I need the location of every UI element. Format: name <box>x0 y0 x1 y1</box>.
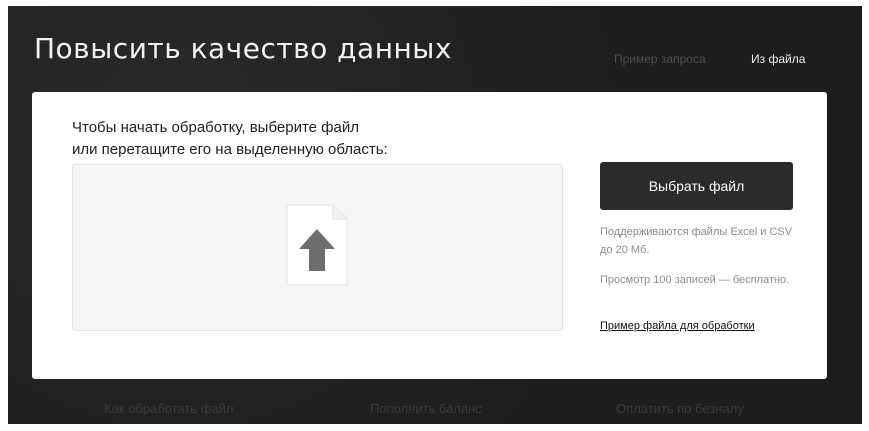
upload-card: Чтобы начать обработку, выберите файл ил… <box>32 92 827 379</box>
free-preview-hint: Просмотр 100 записей — бесплатно. <box>600 274 790 286</box>
supported-formats-hint: Поддерживаются файлы Excel и CSV до 20 М… <box>600 226 793 256</box>
select-file-button[interactable]: Выбрать файл <box>600 162 793 210</box>
page-frame: Повысить качество данных Пример запроса … <box>8 6 862 424</box>
example-file-link[interactable]: Пример файла для обработки <box>600 320 755 332</box>
nav-from-file-link[interactable]: Из файла <box>751 52 805 66</box>
instruction-line-2: или перетащите его на выделенную область… <box>72 141 388 158</box>
instruction-line-1: Чтобы начать обработку, выберите файл <box>72 119 359 136</box>
upload-instructions: Чтобы начать обработку, выберите файл ил… <box>72 117 492 161</box>
footer-how-to-process-link[interactable]: Как обработать файл <box>104 401 234 416</box>
footer-bank-transfer-link[interactable]: Оплатить по безналу <box>616 401 744 416</box>
file-dropzone[interactable] <box>72 164 563 331</box>
nav-example-query-link[interactable]: Пример запроса <box>614 52 706 66</box>
file-upload-icon <box>286 204 348 286</box>
page-title: Повысить качество данных <box>34 32 452 65</box>
footer-top-up-balance-link[interactable]: Пополнить баланс <box>370 401 482 416</box>
